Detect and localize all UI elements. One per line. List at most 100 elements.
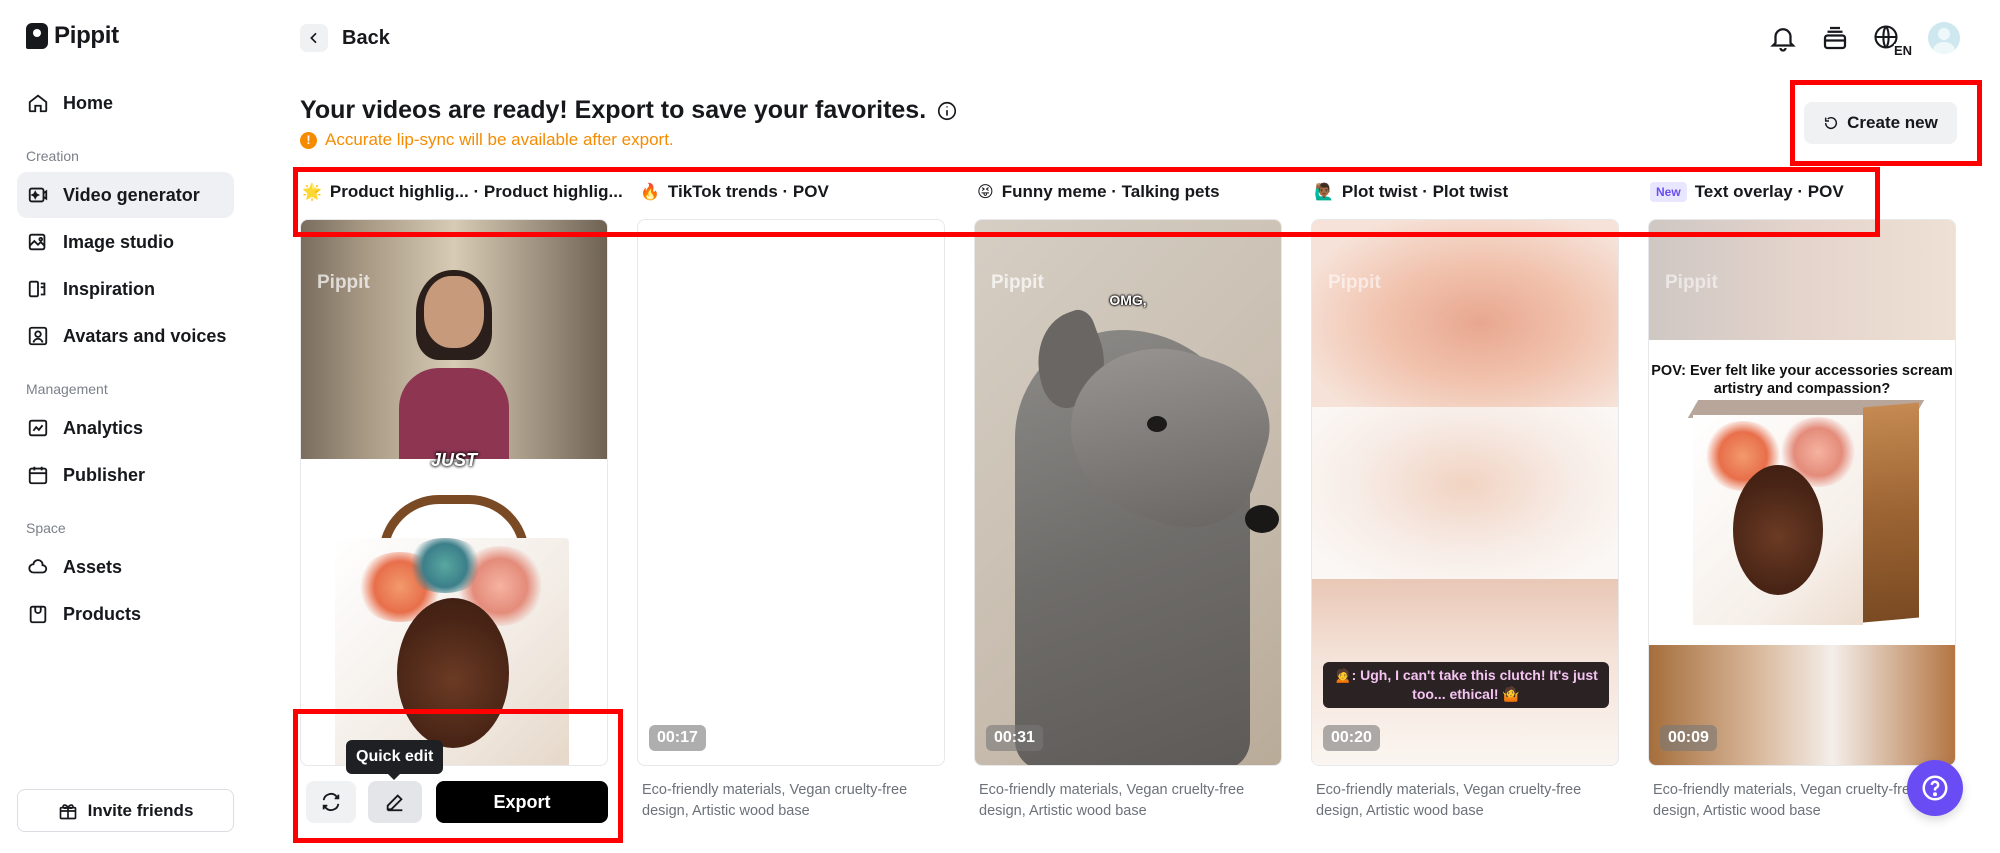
lip-sync-note: ! Accurate lip-sync will be available af… bbox=[300, 130, 674, 150]
lip-sync-note-text: Accurate lip-sync will be available afte… bbox=[325, 130, 674, 149]
back-link[interactable]: Back bbox=[300, 24, 390, 52]
column-title-text: Text overlay · POV bbox=[1694, 182, 1844, 201]
video-caption: POV: Ever felt like your accessories scr… bbox=[1651, 363, 1953, 397]
inspiration-icon bbox=[28, 280, 46, 298]
logo[interactable]: Pippit bbox=[26, 22, 119, 50]
video-card-text-overlay[interactable]: Pippit POV: Ever felt like your accessor… bbox=[1648, 219, 1956, 766]
sidebar-item-avatars-voices[interactable]: Avatars and voices bbox=[17, 313, 234, 359]
refresh-icon bbox=[1825, 116, 1838, 130]
page-title: Your videos are ready! Export to save yo… bbox=[300, 96, 958, 125]
column-title-text: TikTok trends · POV bbox=[667, 182, 829, 201]
product-box-side bbox=[1863, 402, 1919, 623]
video-subtitle: 🙍: Ugh, I can't take this clutch! It's j… bbox=[1323, 662, 1609, 708]
watermark: Pippit bbox=[1665, 272, 1718, 293]
sidebar-item-assets[interactable]: Assets bbox=[17, 544, 234, 590]
video-caption: JUST bbox=[430, 450, 477, 470]
sun-icon: 🌟 bbox=[302, 184, 322, 201]
person-icon: 🙋🏾‍♂️ bbox=[1314, 184, 1334, 201]
sidebar-item-home[interactable]: Home bbox=[17, 80, 234, 126]
dog-nose bbox=[1245, 505, 1279, 533]
help-button[interactable] bbox=[1907, 760, 1963, 816]
column-title-plot-twist: 🙋🏾‍♂️ Plot twist · Plot twist bbox=[1314, 180, 1508, 204]
watermark: Pippit bbox=[1328, 272, 1381, 293]
invite-friends-button[interactable]: Invite friends bbox=[17, 789, 234, 832]
invite-friends-label: Invite friends bbox=[87, 800, 194, 820]
fire-icon: 🔥 bbox=[640, 184, 660, 201]
video-duration: 00:31 bbox=[986, 725, 1043, 751]
sidebar-item-label: Assets bbox=[63, 556, 123, 577]
column-title-product-highlight: 🌟 Product highlig... · Product highlig..… bbox=[302, 180, 623, 204]
sidebar-item-label: Video generator bbox=[63, 184, 200, 205]
video-duration: 00:09 bbox=[1660, 725, 1717, 751]
chevron-left-icon bbox=[310, 32, 317, 44]
image-edit-icon bbox=[28, 233, 46, 251]
sidebar-item-publisher[interactable]: Publisher bbox=[17, 452, 234, 498]
presenter-figure bbox=[399, 270, 509, 459]
logo-text: Pippit bbox=[54, 22, 119, 49]
create-new-label: Create new bbox=[1847, 113, 1938, 132]
sidebar-item-image-studio[interactable]: Image studio bbox=[17, 219, 234, 265]
video-card-product-highlight[interactable]: Pippit JUST bbox=[300, 219, 608, 766]
video-sparkle-icon bbox=[28, 187, 48, 203]
sidebar-item-analytics[interactable]: Analytics bbox=[17, 405, 234, 451]
sidebar-item-label: Products bbox=[63, 603, 142, 624]
video-frame-top bbox=[1312, 220, 1618, 407]
laughing-face-icon: 😝 bbox=[977, 184, 994, 201]
column-title-text: Product highlig... · Product highlig... bbox=[329, 182, 623, 201]
sidebar-item-label: Avatars and voices bbox=[63, 325, 227, 346]
video-card-tiktok-trends[interactable]: 00:17 bbox=[637, 219, 945, 766]
back-label: Back bbox=[342, 26, 390, 49]
avatar-icon bbox=[28, 326, 48, 346]
section-label-space: Space bbox=[26, 520, 66, 536]
video-description: Eco-friendly materials, Vegan cruelty-fr… bbox=[642, 782, 908, 819]
sidebar-item-label: Inspiration bbox=[63, 278, 156, 299]
user-avatar[interactable] bbox=[1928, 22, 1960, 54]
bell-icon[interactable] bbox=[1768, 23, 1798, 53]
language-selector[interactable]: EN bbox=[1872, 23, 1912, 57]
regenerate-button[interactable] bbox=[306, 781, 356, 823]
video-duration: 00:20 bbox=[1323, 725, 1380, 751]
quick-edit-button[interactable] bbox=[368, 781, 422, 823]
video-frame-middle bbox=[1312, 407, 1618, 579]
video-card-plot-twist[interactable]: Pippit 🙍: Ugh, I can't take this clutch!… bbox=[1311, 219, 1619, 766]
video-description: Eco-friendly materials, Vegan cruelty-fr… bbox=[1316, 782, 1582, 819]
new-badge: New bbox=[1650, 182, 1687, 202]
regenerate-icon bbox=[322, 793, 340, 811]
product-bag-image bbox=[335, 538, 569, 765]
column-title-tiktok-trends: 🔥 TikTok trends · POV bbox=[640, 180, 829, 204]
gift-icon bbox=[59, 803, 76, 819]
video-duration: 00:17 bbox=[649, 725, 706, 751]
create-new-button[interactable]: Create new bbox=[1804, 102, 1957, 144]
sidebar-nav: Home Creation Video generator Image stud… bbox=[17, 80, 234, 638]
product-box-icon bbox=[29, 605, 47, 624]
question-icon bbox=[1922, 775, 1948, 801]
section-label-creation: Creation bbox=[26, 148, 79, 164]
stack-icon[interactable] bbox=[1820, 23, 1850, 53]
column-title-text: Plot twist · Plot twist bbox=[1341, 182, 1509, 201]
top-right-toolbar: EN bbox=[1768, 22, 1960, 57]
product-box-image bbox=[1693, 415, 1863, 625]
dog-eye bbox=[1147, 416, 1167, 432]
sidebar-item-products[interactable]: Products bbox=[17, 591, 234, 637]
pencil-icon bbox=[386, 794, 403, 812]
video-description: Eco-friendly materials, Vegan cruelty-fr… bbox=[979, 782, 1245, 819]
sidebar-item-label: Image studio bbox=[63, 231, 175, 252]
back-button[interactable] bbox=[300, 24, 328, 52]
column-title-funny-meme: 😝 Funny meme · Talking pets bbox=[977, 180, 1220, 204]
sidebar-item-label: Analytics bbox=[63, 417, 144, 438]
sidebar-item-video-generator[interactable]: Video generator bbox=[17, 172, 234, 218]
sidebar-item-inspiration[interactable]: Inspiration bbox=[17, 266, 234, 312]
info-icon[interactable] bbox=[936, 100, 958, 122]
home-icon bbox=[28, 94, 48, 113]
column-title-text: Funny meme · Talking pets bbox=[1001, 182, 1220, 201]
sidebar-item-label: Home bbox=[63, 92, 114, 113]
export-button[interactable]: Export bbox=[436, 781, 608, 823]
pippit-logo-icon bbox=[26, 23, 48, 49]
cloud-icon bbox=[28, 559, 48, 574]
analytics-icon bbox=[28, 419, 48, 437]
section-label-management: Management bbox=[26, 381, 108, 397]
video-card-funny-meme[interactable]: Pippit OMG, 00:31 bbox=[974, 219, 1282, 766]
watermark: Pippit bbox=[317, 272, 370, 293]
video-caption: OMG, bbox=[1109, 292, 1147, 308]
page-title-text: Your videos are ready! Export to save yo… bbox=[300, 96, 927, 124]
